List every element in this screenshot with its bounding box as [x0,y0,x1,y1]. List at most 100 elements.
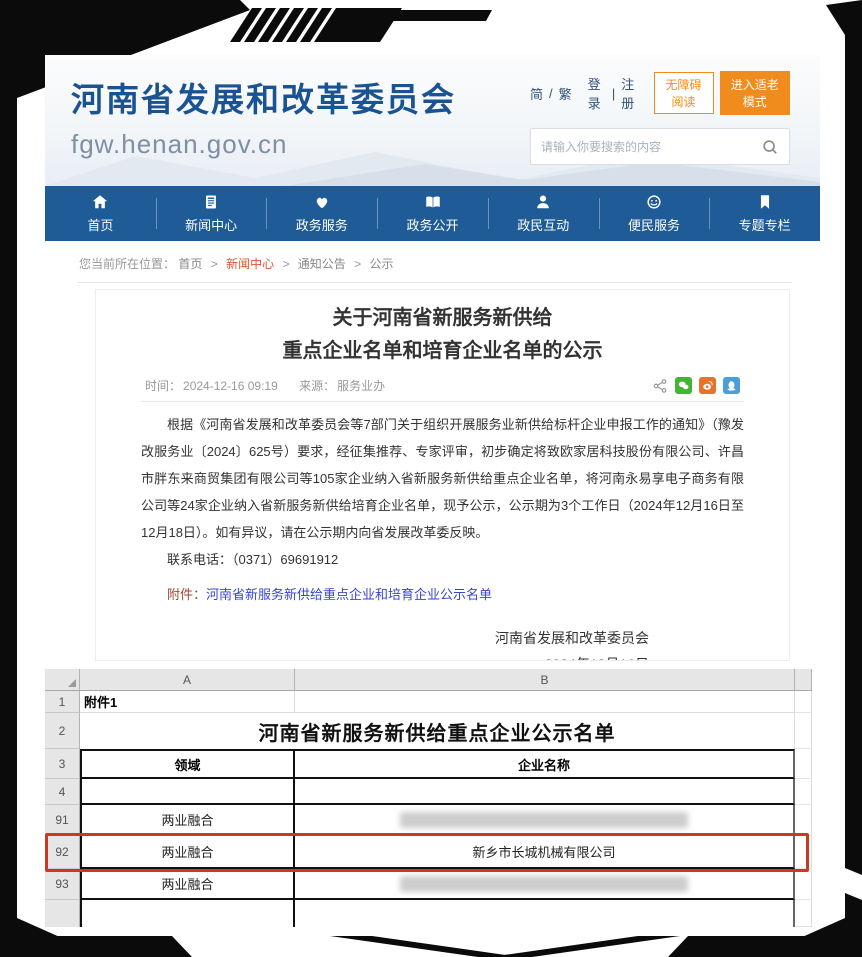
company-cell-redacted[interactable] [295,869,795,900]
cell-a-partial[interactable] [80,900,295,927]
search-icon[interactable] [761,138,779,156]
nav-item-interaction[interactable]: 政民互动 [488,186,599,241]
cell-c91[interactable] [795,805,812,836]
sheet-row-91: 91 两业融合 [45,805,812,836]
sheet-title-cell[interactable]: 河南省新服务新供给重点企业公示名单 [80,713,795,749]
cell-b-partial[interactable] [295,900,795,927]
breadcrumb-separator: > [354,257,361,271]
search-input[interactable] [541,140,761,154]
cell-b1[interactable] [295,691,795,713]
row-number[interactable] [45,900,80,927]
share-nodes-icon[interactable] [652,378,668,394]
row-number[interactable]: 1 [45,691,80,713]
row-number[interactable]: 93 [45,869,80,900]
field-header-cell[interactable]: 领域 [80,749,295,779]
accessibility-button[interactable]: 无障碍阅读 [654,72,714,114]
column-header-b[interactable]: B [295,669,795,691]
row-number[interactable]: 4 [45,779,80,805]
cell-c92[interactable] [795,836,812,869]
row-number[interactable]: 2 [45,713,80,749]
column-header-a[interactable]: A [80,669,295,691]
signature-agency: 河南省发展和改革委员会 [141,625,649,651]
page-canvas: 河南省发展和改革委员会 fgw.henan.gov.cn 简 / 繁 登录 | … [0,0,862,957]
screenshot-card: 河南省发展和改革委员会 fgw.henan.gov.cn 简 / 繁 登录 | … [45,55,820,927]
share-bar [652,377,740,394]
cell-c3[interactable] [795,749,812,779]
row-number[interactable]: 92 [45,836,80,869]
home-icon [91,193,109,211]
signature-block: 河南省发展和改革委员会 2024年12月16日 [141,625,744,661]
publish-source: 服务业办 [337,379,385,393]
site-identity: 河南省发展和改革委员会 fgw.henan.gov.cn [71,73,456,160]
row-number[interactable]: 3 [45,749,80,779]
elder-mode-button[interactable]: 进入适老模式 [720,71,790,115]
cell-c4[interactable] [795,779,812,805]
company-cell-highlighted[interactable]: 新乡市长城机械有限公司 [295,836,795,869]
time-label: 时间： [145,379,181,393]
service-icon [645,193,663,211]
breadcrumb-news-link[interactable]: 新闻中心 [226,257,274,271]
sheet-row-partial [45,900,812,927]
login-link[interactable]: 登录 [588,74,606,112]
attachment-link[interactable]: 河南省新服务新供给重点企业和培育企业公示名单 [206,587,492,602]
breadcrumb-current[interactable]: 公示 [370,257,394,271]
spreadsheet: A B 1 附件1 2 河南省新服务新供给重点企业公示名单 3 领域 企业 [45,669,812,927]
company-cell-redacted[interactable] [295,805,795,836]
cell-b4[interactable] [295,779,795,805]
lang-separator: / [549,86,553,101]
field-cell[interactable]: 两业融合 [80,869,295,900]
breadcrumb-home-link[interactable]: 首页 [178,257,202,271]
breadcrumb-prefix: 您当前所在位置： [79,257,175,271]
nav-item-special[interactable]: 专题专栏 [709,186,820,241]
redaction-blur [400,876,689,892]
top-links: 简 / 繁 登录 | 注册 无障碍阅读 进入适老模式 [530,71,790,115]
cell-c93[interactable] [795,869,812,900]
open-book-icon [424,193,442,211]
article-title-line2: 重点企业名单和培育企业名单的公示 [141,335,744,368]
breadcrumb: 您当前所在位置： 首页 > 新闻中心 > 通知公告 > 公示 [45,241,820,283]
nav-item-label: 新闻中心 [185,215,237,234]
contact-phone: 联系电话：（0371）69691912 [141,546,744,573]
breadcrumb-notice-link[interactable]: 通知公告 [298,257,346,271]
heart-icon [313,193,331,211]
person-icon [534,193,552,211]
cell-c2[interactable] [795,713,812,749]
lang-simplified-link[interactable]: 简 [530,84,543,103]
select-all-button[interactable] [45,669,80,691]
redaction-blur [400,812,689,828]
row-number[interactable]: 91 [45,805,80,836]
column-header-row: A B [45,669,812,691]
qq-icon[interactable] [723,377,740,394]
nav-item-home[interactable]: 首页 [45,186,156,241]
attachment-row: 附件：河南省新服务新供给重点企业和培育企业公示名单 [141,584,744,603]
publish-time: 2024-12-16 09:19 [183,379,278,393]
lang-traditional-link[interactable]: 繁 [559,84,572,103]
breadcrumb-separator: > [211,257,218,271]
news-icon [202,193,220,211]
bookmark-icon [756,193,774,211]
nav-item-label: 便民服务 [628,215,680,234]
weibo-icon[interactable] [699,377,716,394]
column-header-c[interactable] [795,669,812,691]
wechat-icon[interactable] [675,377,692,394]
nav-item-news[interactable]: 新闻中心 [156,186,267,241]
source-label: 来源： [299,379,335,393]
sheet-row-2: 2 河南省新服务新供给重点企业公示名单 [45,713,812,749]
nav-item-disclosure[interactable]: 政务公开 [377,186,488,241]
company-header-cell[interactable]: 企业名称 [295,749,795,779]
field-cell[interactable]: 两业融合 [80,805,295,836]
nav-item-label: 政务公开 [407,215,459,234]
register-link[interactable]: 注册 [621,74,639,112]
search-box [530,128,790,165]
nav-item-convenience[interactable]: 便民服务 [599,186,710,241]
field-cell[interactable]: 两业融合 [80,836,295,869]
breadcrumb-separator: > [282,257,289,271]
article-divider [141,401,744,402]
cell-c1[interactable] [795,691,812,713]
attachment-label: 附件： [167,587,206,602]
cell-c-partial[interactable] [795,900,812,927]
cell-a1[interactable]: 附件1 [80,691,295,713]
nav-item-services[interactable]: 政务服务 [266,186,377,241]
site-banner: 河南省发展和改革委员会 fgw.henan.gov.cn 简 / 繁 登录 | … [45,55,820,186]
cell-a4[interactable] [80,779,295,805]
